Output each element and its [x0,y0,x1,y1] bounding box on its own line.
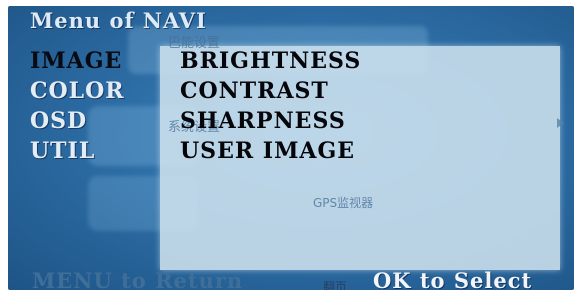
arrow-right-icon [557,118,564,128]
footer-return-hint: MENU to Return [32,268,244,290]
background-label: GPS监视器 [313,196,374,210]
sub-menu: BRIGHTNESS CONTRAST SHARPNESS USER IMAGE [180,46,361,166]
sub-menu-item-user-image[interactable]: USER IMAGE [180,136,361,166]
footer-select-hint: OK to Select [373,268,533,290]
background-label: 翻页 [323,280,348,290]
main-menu: IMAGE COLOR OSD UTIL [30,46,125,166]
main-menu-item-image[interactable]: IMAGE [30,46,125,76]
osd-screen: 巴能设置 系统设置 GPS监视器 翻页 Menu of NAVI IMAGE C… [8,6,574,290]
main-menu-item-color[interactable]: COLOR [30,76,125,106]
sub-menu-item-sharpness[interactable]: SHARPNESS [180,106,361,136]
sub-menu-item-brightness[interactable]: BRIGHTNESS [180,46,361,76]
sub-menu-item-contrast[interactable]: CONTRAST [180,76,361,106]
menu-title: Menu of NAVI [30,8,207,33]
main-menu-item-osd[interactable]: OSD [30,106,125,136]
main-menu-item-util[interactable]: UTIL [30,136,125,166]
